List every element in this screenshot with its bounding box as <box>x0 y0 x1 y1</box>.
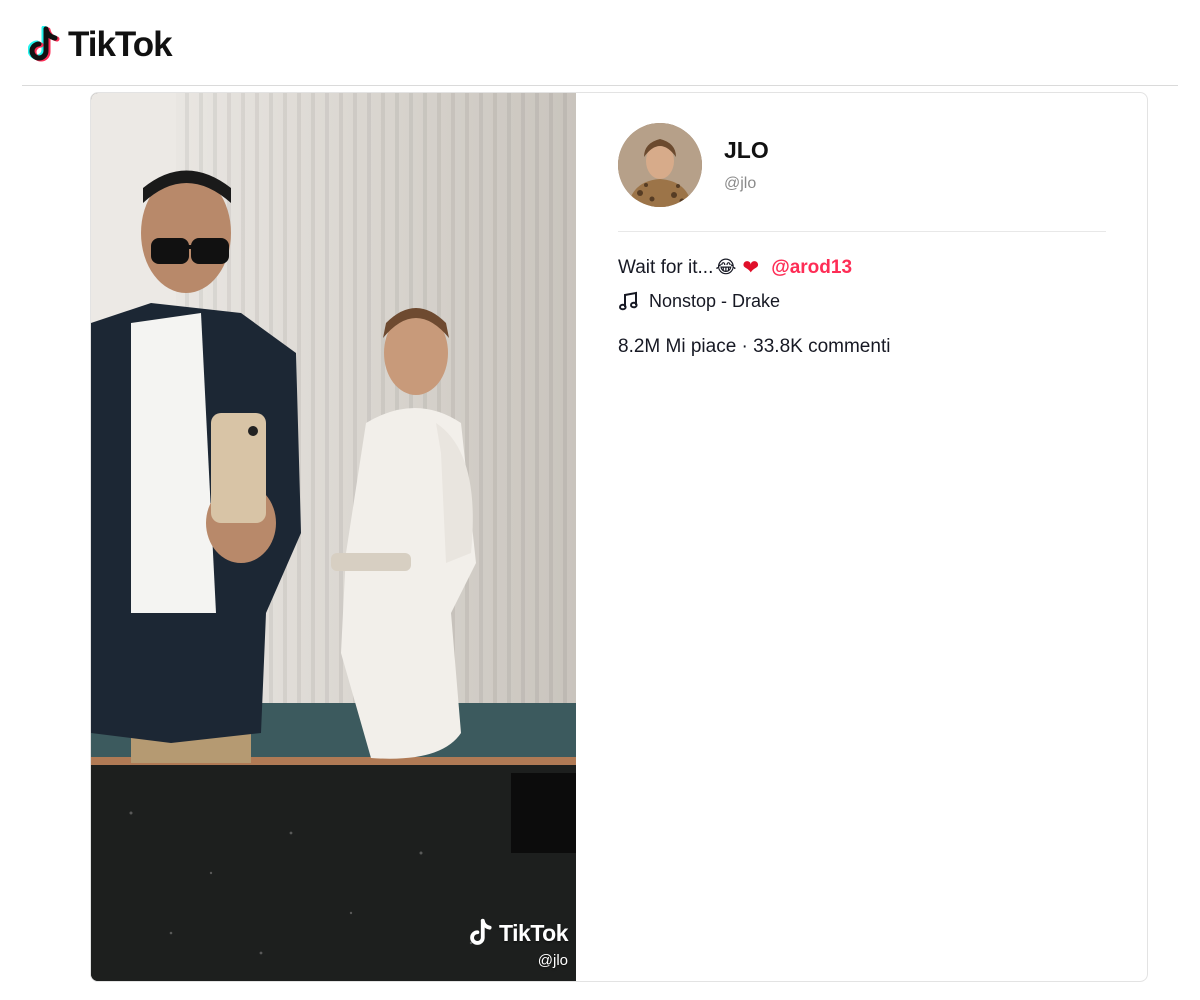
laughing-emoji: 😂 <box>715 257 737 277</box>
music-note-icon <box>619 291 638 311</box>
info-divider <box>618 231 1106 232</box>
display-name[interactable]: JLO <box>724 137 769 164</box>
username[interactable]: @jlo <box>724 175 756 193</box>
tiktok-note-icon <box>470 918 492 945</box>
caption: Wait for it... 😂 ❤ @arod13 <box>618 255 852 280</box>
heart-emoji: ❤ <box>742 257 760 279</box>
header-divider <box>22 85 1178 86</box>
post-info-panel: JLO @jlo Wait for it... 😂 ❤ @arod13 Nons… <box>576 93 1147 981</box>
tiktok-logo[interactable]: TikTok <box>28 24 173 66</box>
embed-card: TikTok @jlo JLO @jlo Wait for it... 😂 ❤ … <box>90 92 1148 982</box>
site-header: TikTok <box>0 0 1200 86</box>
avatar-photo <box>618 123 702 207</box>
watermark-brand: TikTok <box>499 919 569 946</box>
engagement-stats: 8.2M Mi piace · 33.8K commenti <box>618 336 891 357</box>
music-link[interactable]: Nonstop - Drake <box>618 290 780 312</box>
brand-wordmark: TikTok <box>68 25 173 64</box>
video-player[interactable]: TikTok @jlo <box>91 93 576 981</box>
video-watermark: TikTok @jlo <box>469 918 569 969</box>
caption-text: Wait for it... <box>618 256 714 278</box>
tiktok-note-icon <box>28 26 60 62</box>
avatar[interactable] <box>618 123 702 207</box>
mention-link[interactable]: @arod13 <box>771 257 852 279</box>
music-title: Nonstop - Drake <box>649 290 781 311</box>
watermark-handle: @jlo <box>537 952 568 969</box>
video-frame <box>91 93 576 981</box>
